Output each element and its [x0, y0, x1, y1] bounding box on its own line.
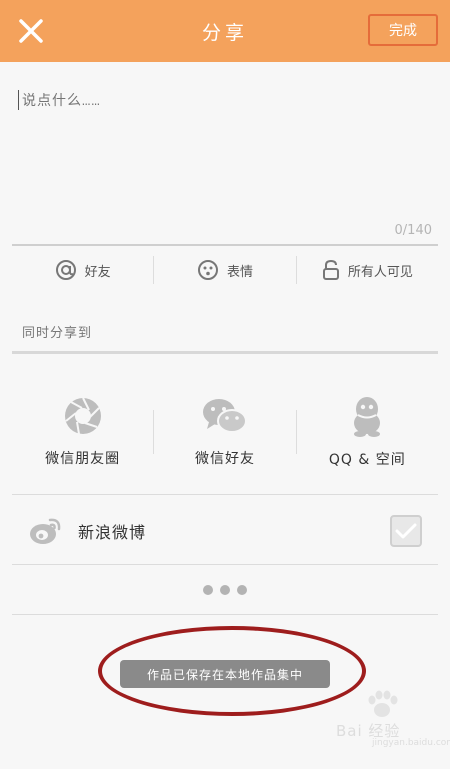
wechat-icon [202, 399, 247, 433]
divider [12, 614, 438, 615]
text-cursor [18, 90, 19, 110]
divider [12, 494, 438, 495]
watermark-url: jingyan.baidu.com [372, 738, 450, 748]
weibo-label: 新浪微博 [78, 523, 147, 542]
page-title: 分享 [201, 21, 248, 44]
checkmark-icon [395, 523, 417, 539]
paw-icon [368, 690, 398, 717]
message-input[interactable] [22, 90, 428, 210]
share-qq-button[interactable]: QQ & 空间 [297, 395, 438, 469]
visibility-label: 所有人可见 [347, 264, 413, 280]
moments-label: 微信朋友圈 [45, 451, 121, 467]
weibo-checkbox[interactable] [390, 515, 422, 547]
emoji-label: 表情 [226, 264, 253, 280]
done-button[interactable]: 完成 [368, 14, 438, 46]
qq-label: QQ & 空间 [328, 452, 406, 468]
share-wechat-button[interactable]: 微信好友 [154, 396, 295, 468]
compose-options: 好友 表情 所有人可见 [12, 254, 438, 286]
close-icon [19, 19, 43, 43]
divider [12, 564, 438, 565]
compose-area[interactable]: 0/140 [12, 78, 438, 246]
header-bar: 分享 完成 [0, 0, 450, 62]
char-counter: 0/140 [394, 223, 432, 238]
share-to-label: 同时分享到 [22, 326, 93, 341]
share-platforms: 微信朋友圈 微信好友 QQ & 空间 [12, 380, 438, 484]
emoji-button[interactable]: 表情 [154, 259, 295, 281]
more-dots-icon [220, 585, 230, 595]
weibo-row[interactable]: 新浪微博 [12, 498, 438, 564]
at-icon [55, 260, 76, 280]
share-to-section: 同时分享到 [12, 318, 438, 354]
emoji-icon [197, 260, 218, 280]
moments-icon [64, 397, 101, 435]
saved-toast: 作品已保存在本地作品集中 [120, 660, 330, 688]
close-button[interactable] [14, 14, 48, 48]
wechat-label: 微信好友 [194, 451, 255, 467]
visibility-button[interactable]: 所有人可见 [297, 259, 438, 281]
mention-friends-button[interactable]: 好友 [12, 259, 153, 281]
lock-icon [322, 259, 339, 280]
mention-label: 好友 [84, 264, 111, 280]
qq-icon [354, 397, 381, 437]
baidu-watermark: Bai 经验 jingyan.baidu.com [336, 690, 450, 750]
more-button[interactable] [12, 568, 438, 612]
more-dots-icon [203, 585, 213, 595]
share-moments-button[interactable]: 微信朋友圈 [12, 396, 153, 468]
more-dots-icon [237, 585, 247, 595]
weibo-icon [30, 518, 61, 544]
